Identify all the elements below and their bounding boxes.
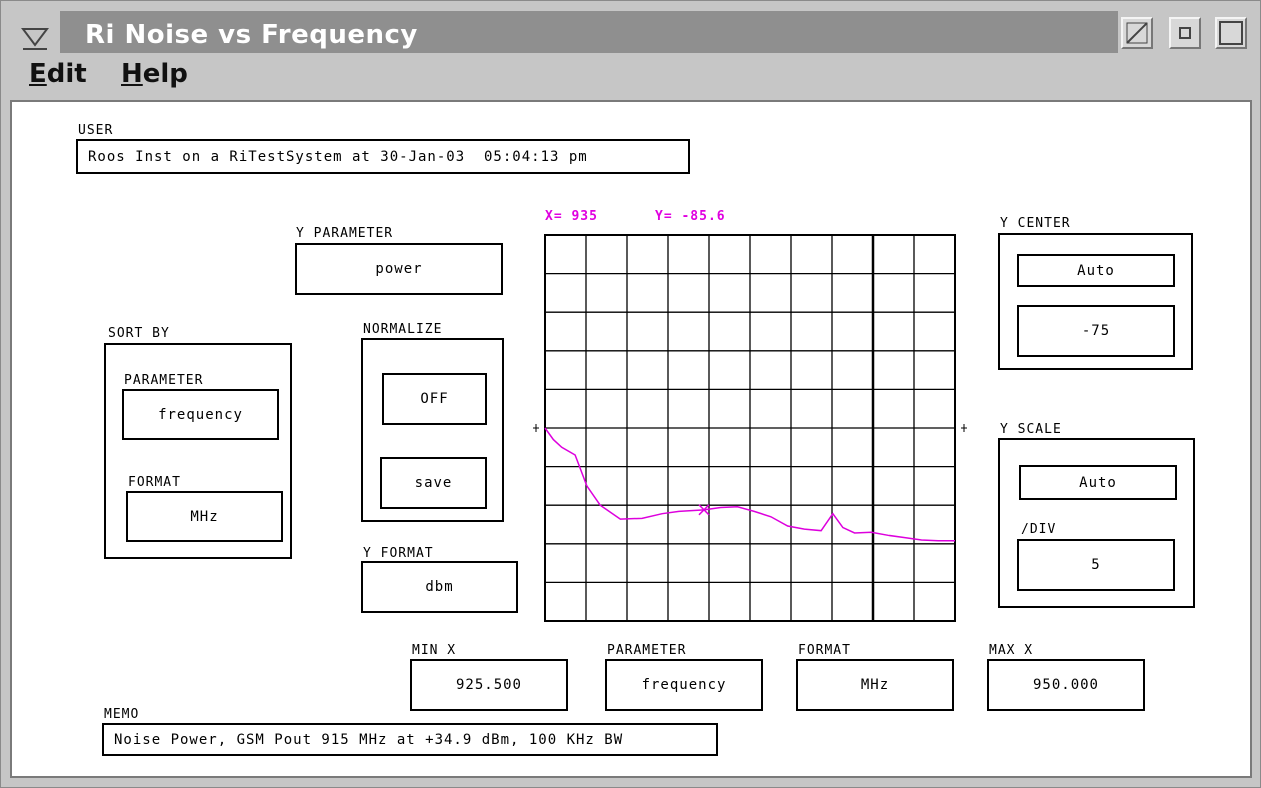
y-center-group: Auto -75 (998, 233, 1193, 370)
sort-by-group: PARAMETER frequency FORMAT MHz (104, 343, 292, 559)
max-x-field[interactable]: 950.000 (987, 659, 1145, 711)
cursor-y-readout: Y= -85.6 (655, 209, 726, 224)
save-label: save (414, 475, 453, 491)
y-scale-div-value: 5 (1091, 557, 1101, 573)
max-x-value: 950.000 (1032, 677, 1099, 693)
memo-field[interactable]: Noise Power, GSM Pout 915 MHz at +34.9 d… (102, 723, 718, 756)
title-bar[interactable]: Ri Noise vs Frequency (5, 7, 1258, 59)
x-format-field[interactable]: MHz (796, 659, 954, 711)
sort-parameter-label: PARAMETER (124, 373, 204, 388)
sort-format-label: FORMAT (128, 475, 181, 490)
y-center-mode: Auto (1077, 262, 1115, 279)
sort-parameter-value: frequency (158, 406, 243, 423)
y-format-field[interactable]: dbm (361, 561, 518, 613)
user-label: USER (78, 123, 114, 138)
memo-value: Noise Power, GSM Pout 915 MHz at +34.9 d… (114, 731, 624, 748)
normalize-toggle-button[interactable]: OFF (382, 373, 487, 425)
user-value: Roos Inst on a RiTestSystem at 30-Jan-03… (88, 148, 588, 165)
y-center-label: Y CENTER (1000, 216, 1071, 231)
y-format-value: dbm (425, 579, 454, 595)
min-x-value: 925.500 (455, 677, 522, 693)
maximize-icon[interactable] (1215, 17, 1247, 49)
window-menu-icon[interactable] (17, 19, 53, 55)
y-scale-mode-field[interactable]: Auto (1019, 465, 1177, 500)
app-window: Ri Noise vs Frequency Edit Help USER Roo… (0, 0, 1261, 788)
restore-icon[interactable] (1169, 17, 1201, 49)
menu-edit[interactable]: Edit (29, 59, 87, 89)
y-scale-mode: Auto (1079, 474, 1117, 491)
menu-help[interactable]: Help (121, 59, 188, 89)
menu-bar: Edit Help (1, 57, 1261, 97)
normalize-group: OFF save (361, 338, 504, 522)
y-parameter-label: Y PARAMETER (296, 226, 394, 241)
sort-format-value: MHz (190, 508, 219, 525)
sort-format-field[interactable]: MHz (126, 491, 283, 542)
min-x-label: MIN X (412, 643, 457, 658)
normalize-label: NORMALIZE (363, 322, 443, 337)
x-format-label: FORMAT (798, 643, 851, 658)
y-parameter-value: power (375, 261, 423, 277)
user-field[interactable]: Roos Inst on a RiTestSystem at 30-Jan-03… (76, 139, 690, 174)
y-format-label: Y FORMAT (363, 546, 434, 561)
y-scale-group: Auto /DIV 5 (998, 438, 1195, 608)
x-parameter-label: PARAMETER (607, 643, 687, 658)
y-center-value-field[interactable]: -75 (1017, 305, 1175, 357)
main-panel: USER Roos Inst on a RiTestSystem at 30-J… (10, 100, 1252, 778)
y-parameter-field[interactable]: power (295, 243, 503, 295)
sort-by-label: SORT BY (108, 326, 170, 341)
max-x-label: MAX X (989, 643, 1034, 658)
x-parameter-value: frequency (641, 677, 727, 693)
y-center-mode-field[interactable]: Auto (1017, 254, 1175, 287)
y-center-value: -75 (1081, 323, 1111, 339)
min-x-field[interactable]: 925.500 (410, 659, 568, 711)
x-format-value: MHz (860, 677, 890, 693)
y-scale-div-field[interactable]: 5 (1017, 539, 1175, 591)
window-title: Ri Noise vs Frequency (85, 20, 418, 50)
memo-label: MEMO (104, 707, 140, 722)
y-scale-label: Y SCALE (1000, 422, 1062, 437)
x-parameter-field[interactable]: frequency (605, 659, 763, 711)
minimize-icon[interactable] (1121, 17, 1153, 49)
normalize-state: OFF (420, 391, 449, 407)
y-scale-div-label: /DIV (1021, 522, 1057, 537)
sort-parameter-field[interactable]: frequency (122, 389, 279, 440)
cursor-x-readout: X= 935 (545, 209, 598, 224)
save-button[interactable]: save (380, 457, 487, 509)
noise-plot[interactable] (528, 230, 974, 624)
